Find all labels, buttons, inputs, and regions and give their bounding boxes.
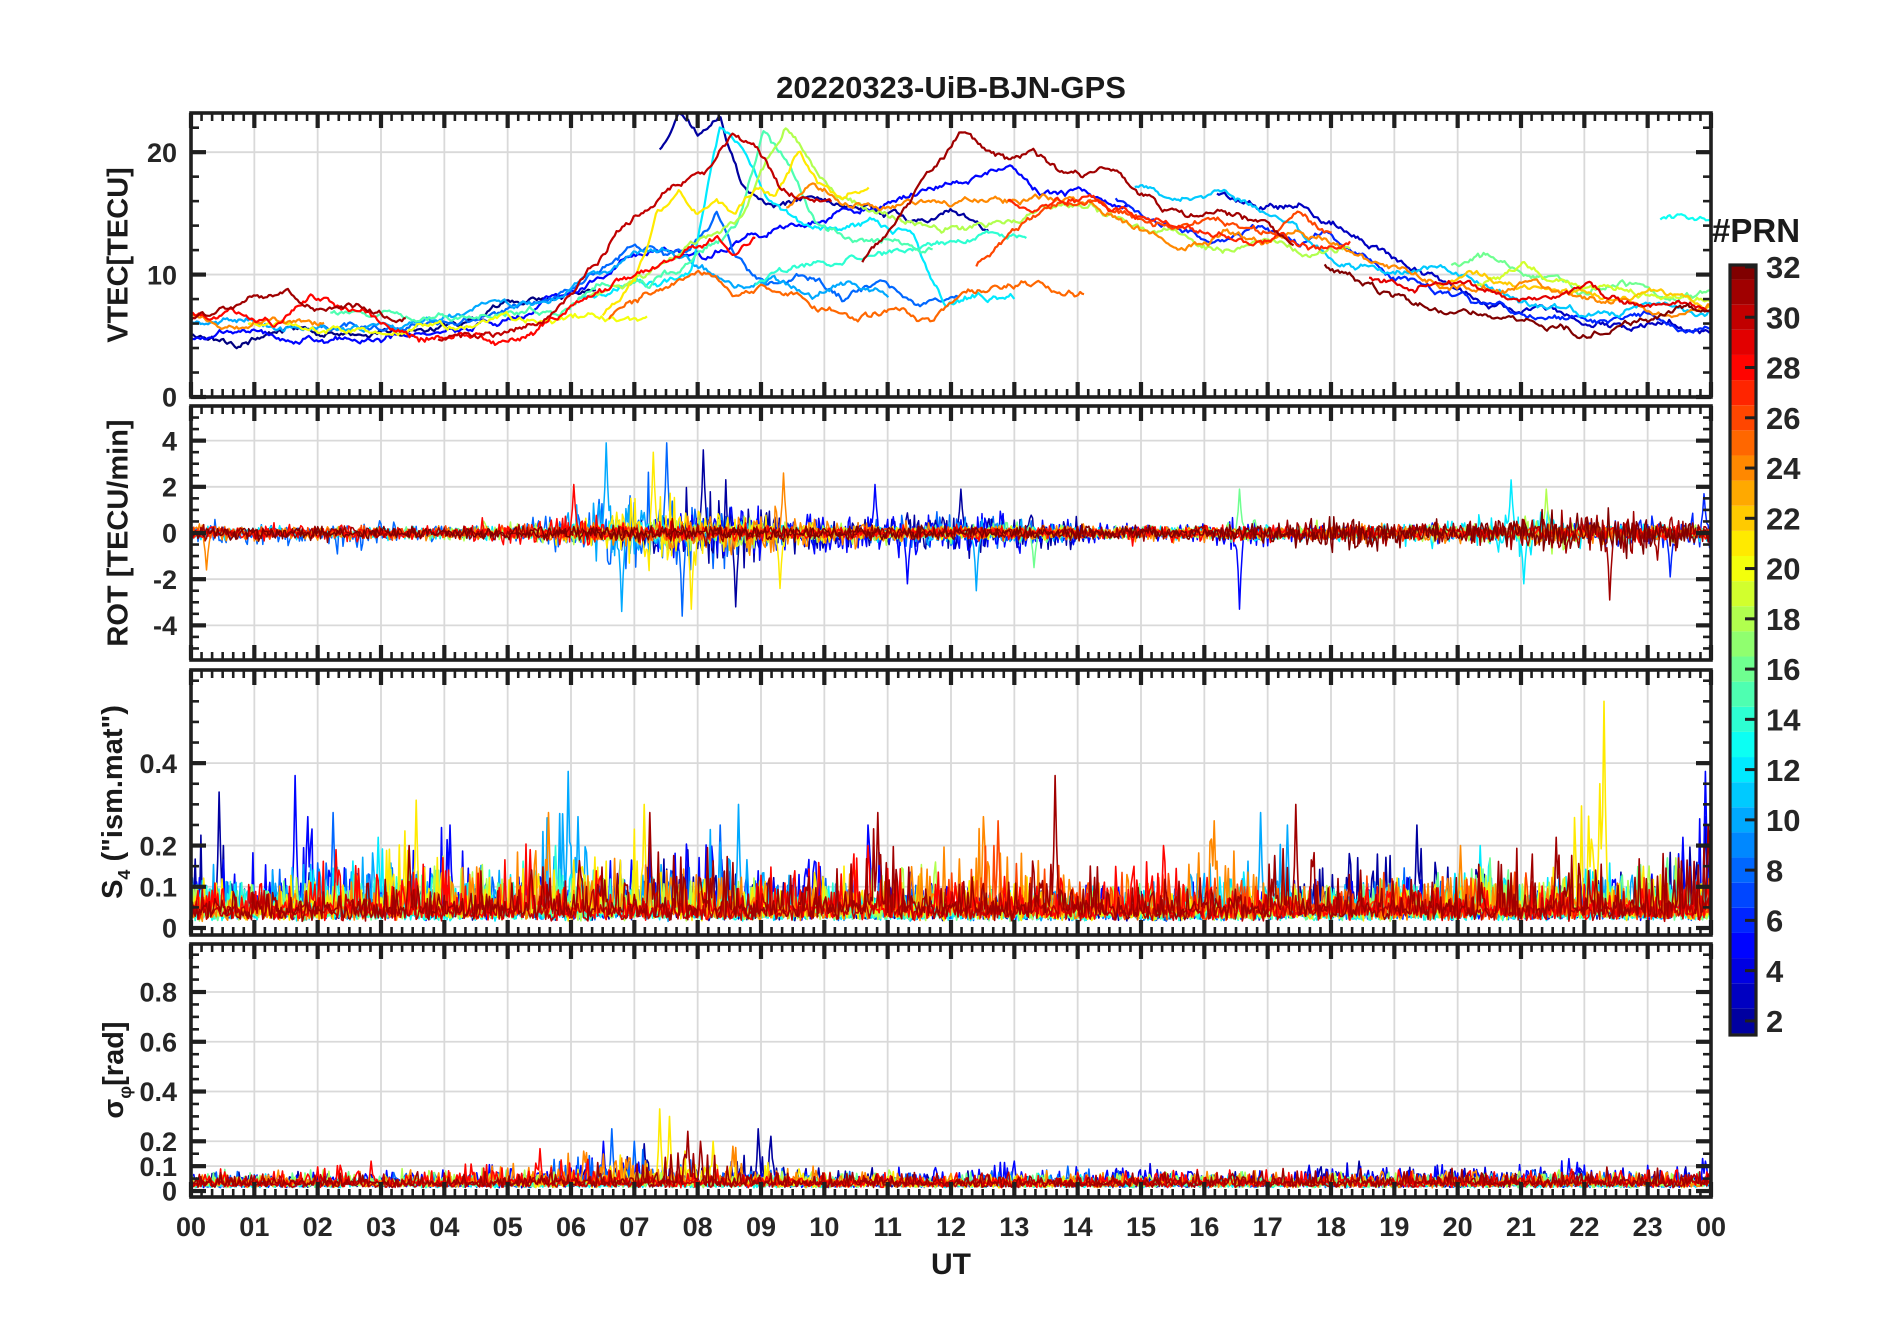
colorbar-segment-prn-29 bbox=[1730, 329, 1756, 355]
svg-text:0.1: 0.1 bbox=[139, 873, 177, 903]
svg-text:12: 12 bbox=[936, 1212, 966, 1242]
vtec-series-prn-15 bbox=[330, 130, 933, 323]
vtec-series-prn-10 bbox=[191, 246, 890, 333]
svg-text:0.2: 0.2 bbox=[139, 1127, 177, 1157]
rot-ytick-labels: -4 -2 0 2 4 bbox=[153, 426, 177, 641]
vtec-series-prn-5 bbox=[191, 164, 1129, 345]
svg-text:21: 21 bbox=[1506, 1212, 1536, 1242]
svg-text:07: 07 bbox=[619, 1212, 649, 1242]
panel-rot: -4 -2 0 2 4 bbox=[153, 404, 1714, 662]
svg-text:-4: -4 bbox=[153, 611, 177, 641]
svg-text:23: 23 bbox=[1633, 1212, 1663, 1242]
svg-text:0.2: 0.2 bbox=[139, 831, 177, 861]
figure: 20220323-UiB-BJN-GPS VTEC[TECU] ROT [TEC… bbox=[0, 0, 1902, 1330]
svg-text:16: 16 bbox=[1766, 652, 1800, 687]
colorbar-segment-prn-7 bbox=[1730, 882, 1756, 908]
svg-text:0: 0 bbox=[162, 383, 177, 413]
svg-text:08: 08 bbox=[683, 1212, 713, 1242]
colorbar-segment-prn-19 bbox=[1730, 581, 1756, 607]
colorbar-segment-prn-11 bbox=[1730, 782, 1756, 808]
svg-text:22: 22 bbox=[1569, 1212, 1599, 1242]
svg-text:4: 4 bbox=[162, 426, 177, 456]
svg-text:0.8: 0.8 bbox=[139, 978, 177, 1008]
colorbar-segment-prn-25 bbox=[1730, 430, 1756, 456]
svg-text:17: 17 bbox=[1253, 1212, 1283, 1242]
colorbar-segment-prn-3 bbox=[1730, 983, 1756, 1009]
svg-text:00: 00 bbox=[1696, 1212, 1726, 1242]
svg-text:14: 14 bbox=[1063, 1212, 1093, 1242]
svg-text:16: 16 bbox=[1189, 1212, 1219, 1242]
svg-text:11: 11 bbox=[873, 1212, 902, 1242]
svg-text:30: 30 bbox=[1766, 300, 1800, 335]
svg-text:19: 19 bbox=[1379, 1212, 1409, 1242]
svg-text:0.6: 0.6 bbox=[139, 1027, 177, 1057]
svg-text:12: 12 bbox=[1766, 753, 1800, 788]
svg-text:15: 15 bbox=[1126, 1212, 1156, 1242]
sigma_phi-ytick-labels: 00.10.20.40.60.8 bbox=[139, 978, 177, 1207]
svg-text:20: 20 bbox=[1766, 552, 1800, 587]
svg-text:13: 13 bbox=[999, 1212, 1029, 1242]
svg-text:2: 2 bbox=[1766, 1004, 1783, 1039]
s4-ytick-labels: 0 0.1 0.2 0.4 bbox=[139, 749, 177, 944]
svg-text:28: 28 bbox=[1766, 351, 1800, 386]
svg-text:02: 02 bbox=[303, 1212, 333, 1242]
svg-text:18: 18 bbox=[1766, 602, 1800, 637]
colorbar-segment-prn-23 bbox=[1730, 480, 1756, 506]
colorbar-segment-prn-17 bbox=[1730, 631, 1756, 657]
svg-text:4: 4 bbox=[1766, 954, 1784, 989]
svg-text:09: 09 bbox=[746, 1212, 776, 1242]
vtec-ytick-labels: 0 10 20 bbox=[147, 138, 177, 413]
colorbar-segment-prn-15 bbox=[1730, 681, 1756, 707]
svg-text:10: 10 bbox=[809, 1212, 839, 1242]
svg-text:10: 10 bbox=[147, 260, 177, 290]
svg-text:0: 0 bbox=[162, 519, 177, 549]
svg-text:20: 20 bbox=[147, 138, 177, 168]
svg-text:0.4: 0.4 bbox=[139, 749, 177, 779]
colorbar: 2468101214161820222426283032 bbox=[1728, 250, 1801, 1039]
svg-text:05: 05 bbox=[493, 1212, 523, 1242]
colorbar-segment-prn-27 bbox=[1730, 380, 1756, 406]
svg-text:32: 32 bbox=[1766, 250, 1800, 285]
colorbar-segment-prn-31 bbox=[1730, 279, 1756, 305]
plot-canvas: 01020-4-202400.10.20.400.10.20.40.60.800… bbox=[139, 111, 1801, 1242]
svg-text:04: 04 bbox=[429, 1212, 459, 1242]
svg-text:20: 20 bbox=[1443, 1212, 1473, 1242]
svg-text:24: 24 bbox=[1766, 451, 1801, 486]
colorbar-segment-prn-21 bbox=[1730, 530, 1756, 556]
svg-text:10: 10 bbox=[1766, 803, 1800, 838]
svg-text:6: 6 bbox=[1766, 904, 1783, 939]
svg-text:01: 01 bbox=[239, 1212, 269, 1242]
panel-vtec: 0 10 20 bbox=[147, 111, 1714, 413]
svg-text:14: 14 bbox=[1766, 703, 1801, 738]
svg-text:00: 00 bbox=[176, 1212, 206, 1242]
panel-sigma_phi: 00.10.20.40.60.8 bbox=[139, 942, 1714, 1207]
rot-series-prn-5 bbox=[646, 483, 1395, 610]
x-tick-labels: 00 01 02 03 04 05 06 07 08 09 10 11 12 13 14 15 16 17 18 19… bbox=[176, 1212, 1726, 1242]
svg-text:2: 2 bbox=[162, 473, 177, 503]
vtec-series-prn-24 bbox=[786, 182, 1711, 319]
panel-s4: 0 0.1 0.2 0.4 bbox=[139, 668, 1714, 944]
svg-text:22: 22 bbox=[1766, 501, 1800, 536]
svg-text:8: 8 bbox=[1766, 853, 1783, 888]
svg-text:0: 0 bbox=[162, 914, 177, 944]
sigma_phi-grid bbox=[191, 944, 1711, 1197]
svg-text:0.4: 0.4 bbox=[139, 1077, 177, 1107]
colorbar-segment-prn-5 bbox=[1730, 932, 1756, 959]
colorbar-segment-prn-13 bbox=[1730, 731, 1756, 758]
svg-text:06: 06 bbox=[556, 1212, 586, 1242]
svg-text:-2: -2 bbox=[153, 565, 177, 595]
svg-text:03: 03 bbox=[366, 1212, 396, 1242]
colorbar-segment-prn-9 bbox=[1730, 832, 1756, 858]
vtec-series-prn-13 bbox=[1659, 213, 1711, 222]
svg-text:26: 26 bbox=[1766, 401, 1800, 436]
svg-text:18: 18 bbox=[1316, 1212, 1346, 1242]
colorbar-tick-labels: 2468101214161820222426283032 bbox=[1766, 250, 1801, 1039]
